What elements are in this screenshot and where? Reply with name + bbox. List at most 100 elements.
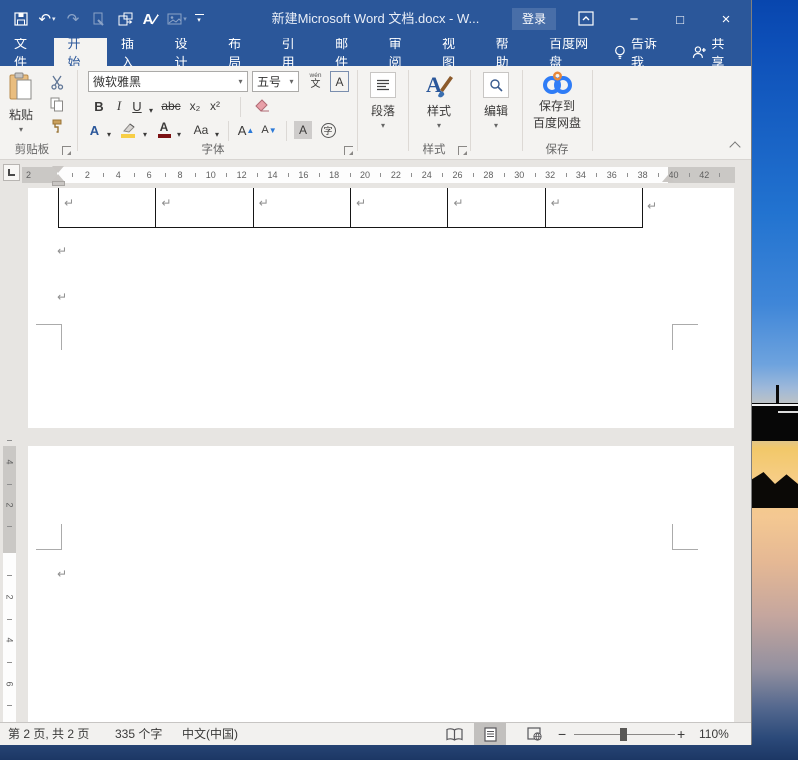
page-1[interactable]: ↵↵↵↵↵↵ ↵ ↵ ↵ bbox=[28, 188, 734, 428]
cut-button[interactable] bbox=[46, 72, 68, 92]
ribbon-tab[interactable]: 百度网盘 bbox=[535, 38, 614, 66]
save-icon[interactable] bbox=[8, 5, 34, 33]
find-icon bbox=[483, 72, 509, 98]
ribbon-display-options-icon[interactable] bbox=[578, 11, 594, 26]
table-cell[interactable]: ↵ bbox=[253, 188, 350, 227]
font-color-button[interactable]: A bbox=[156, 119, 172, 139]
tabrow-right: 告诉我 共享 bbox=[614, 38, 751, 66]
strikethrough-button[interactable]: abc bbox=[158, 96, 184, 116]
vruler-number: 4 bbox=[3, 440, 16, 484]
tab-selector[interactable] bbox=[3, 164, 20, 181]
ruler-number: 38 bbox=[627, 167, 658, 183]
zoom-level[interactable]: 110% bbox=[699, 723, 729, 745]
switch-windows-icon[interactable] bbox=[112, 5, 138, 33]
document-area[interactable]: ↵↵↵↵↵↵ ↵ ↵ ↵ ↵ 42 246 bbox=[0, 188, 751, 722]
horizontal-ruler[interactable]: 2 24681012141618202224262830323436384042 bbox=[0, 160, 751, 188]
undo-caret-icon[interactable]: ▾ bbox=[52, 15, 56, 23]
italic-button[interactable]: I bbox=[112, 96, 126, 116]
vertical-ruler[interactable]: 42 246 bbox=[3, 446, 16, 722]
paragraph-icon bbox=[370, 72, 396, 98]
paste-label: 粘贴 bbox=[9, 106, 33, 123]
clipboard-dialog-launcher-icon[interactable] bbox=[62, 146, 71, 155]
ribbon-tab[interactable]: 视图 bbox=[428, 38, 482, 66]
character-border-button[interactable]: A bbox=[330, 71, 349, 92]
superscript-button[interactable]: x² bbox=[206, 96, 224, 116]
font-size-combo[interactable]: 五号 ▾ bbox=[252, 71, 299, 92]
ribbon-tab[interactable]: 布局 bbox=[214, 38, 268, 66]
underline-button[interactable]: U bbox=[130, 96, 144, 116]
minimize-button[interactable]: − bbox=[616, 0, 652, 38]
copy-button[interactable] bbox=[46, 94, 68, 114]
character-shading-button[interactable]: A bbox=[294, 121, 312, 139]
ribbon-tab[interactable]: 引用 bbox=[268, 38, 322, 66]
ribbon-tab[interactable]: 审阅 bbox=[375, 38, 429, 66]
zoom-out-button[interactable]: − bbox=[558, 723, 566, 745]
print-layout-button[interactable] bbox=[474, 723, 506, 745]
language-indicator[interactable]: 中文(中国) bbox=[182, 723, 238, 745]
first-line-indent-marker[interactable] bbox=[52, 166, 64, 173]
zoom-in-button[interactable]: + bbox=[677, 723, 685, 745]
close-button[interactable]: × bbox=[708, 0, 744, 38]
page-2[interactable]: ↵ bbox=[28, 446, 734, 722]
grow-font-button[interactable]: A▲ bbox=[236, 120, 256, 140]
word-count[interactable]: 335 个字 bbox=[115, 723, 162, 745]
ribbon-tab[interactable]: 邮件 bbox=[321, 38, 375, 66]
ribbon-tab[interactable]: 开始 bbox=[54, 38, 108, 66]
web-layout-button[interactable] bbox=[518, 723, 550, 745]
font-family-dropdown-icon[interactable]: ▾ bbox=[234, 77, 247, 86]
maximize-button[interactable]: □ bbox=[662, 0, 698, 38]
clear-formatting-button[interactable] bbox=[250, 96, 274, 116]
table-cell[interactable]: ↵ bbox=[545, 188, 642, 227]
underline-dropdown-icon[interactable]: ▾ bbox=[146, 100, 156, 120]
ribbon-tab[interactable]: 帮助 bbox=[482, 38, 536, 66]
editing-menu-button[interactable]: 编辑 ▾ bbox=[470, 72, 522, 130]
document-table[interactable]: ↵↵↵↵↵↵ bbox=[58, 188, 643, 228]
subscript-button[interactable]: x₂ bbox=[186, 96, 204, 116]
table-cell[interactable]: ↵ bbox=[447, 188, 544, 227]
font-dialog-launcher-icon[interactable] bbox=[344, 146, 353, 155]
styles-menu-button[interactable]: A 样式 ▾ bbox=[408, 70, 470, 130]
vruler-upper-numbers: 42 bbox=[3, 440, 16, 527]
ribbon-tab[interactable]: 设计 bbox=[161, 38, 215, 66]
paste-caret-icon[interactable]: ▾ bbox=[19, 125, 23, 134]
table-cell[interactable]: ↵ bbox=[350, 188, 447, 227]
eraser-icon bbox=[254, 99, 271, 113]
table-cell[interactable]: ↵ bbox=[155, 188, 252, 227]
picture-placeholder-icon: ▾ bbox=[164, 5, 190, 33]
right-indent-marker[interactable] bbox=[662, 175, 674, 182]
enclose-characters-button[interactable]: 字 bbox=[318, 120, 338, 140]
read-mode-button[interactable] bbox=[438, 723, 470, 745]
undo-icon[interactable]: ↶▾ bbox=[34, 5, 60, 33]
phonetic-guide-button[interactable]: wén 文 bbox=[305, 70, 326, 93]
text-boundary-corner bbox=[36, 524, 62, 550]
font-style-icon[interactable]: A bbox=[138, 5, 164, 33]
row-end-mark: ↵ bbox=[647, 200, 657, 212]
cell-end-mark: ↵ bbox=[64, 197, 74, 209]
cell-end-mark: ↵ bbox=[453, 197, 463, 209]
print-layout-icon bbox=[484, 727, 497, 742]
bold-button[interactable]: B bbox=[90, 96, 108, 116]
font-family-combo[interactable]: 微软雅黑 ▾ bbox=[88, 71, 248, 92]
collapse-ribbon-icon[interactable] bbox=[729, 141, 740, 152]
text-effects-button[interactable]: A bbox=[86, 120, 103, 140]
left-indent-marker[interactable] bbox=[52, 181, 65, 186]
paragraph-menu-button[interactable]: 段落 ▾ bbox=[358, 72, 408, 130]
change-case-button[interactable]: Aa bbox=[190, 120, 212, 140]
table-cell[interactable]: ↵ bbox=[59, 188, 155, 227]
save-to-baidu-button[interactable]: 保存到 百度网盘 bbox=[522, 70, 592, 131]
format-painter-button[interactable] bbox=[46, 116, 68, 136]
font-size-dropdown-icon[interactable]: ▾ bbox=[285, 77, 298, 86]
hanging-indent-marker[interactable] bbox=[52, 174, 64, 181]
ribbon-tab[interactable]: 文件 bbox=[0, 38, 54, 66]
zoom-slider-thumb[interactable] bbox=[620, 728, 627, 741]
paragraph-caret-icon: ▾ bbox=[381, 121, 385, 130]
vruler-lower-numbers: 246 bbox=[3, 575, 16, 706]
shrink-font-button[interactable]: A▼ bbox=[260, 120, 278, 140]
paste-button[interactable]: 粘贴 ▾ bbox=[8, 72, 34, 134]
styles-dialog-launcher-icon[interactable] bbox=[458, 146, 467, 155]
ribbon-tab[interactable]: 插入 bbox=[107, 38, 161, 66]
sign-in-button[interactable]: 登录 bbox=[512, 8, 556, 30]
page-indicator[interactable]: 第 2 页, 共 2 页 bbox=[8, 723, 89, 745]
customize-qat-icon[interactable]: ▾ bbox=[190, 5, 208, 33]
highlight-color-button[interactable] bbox=[118, 120, 138, 140]
